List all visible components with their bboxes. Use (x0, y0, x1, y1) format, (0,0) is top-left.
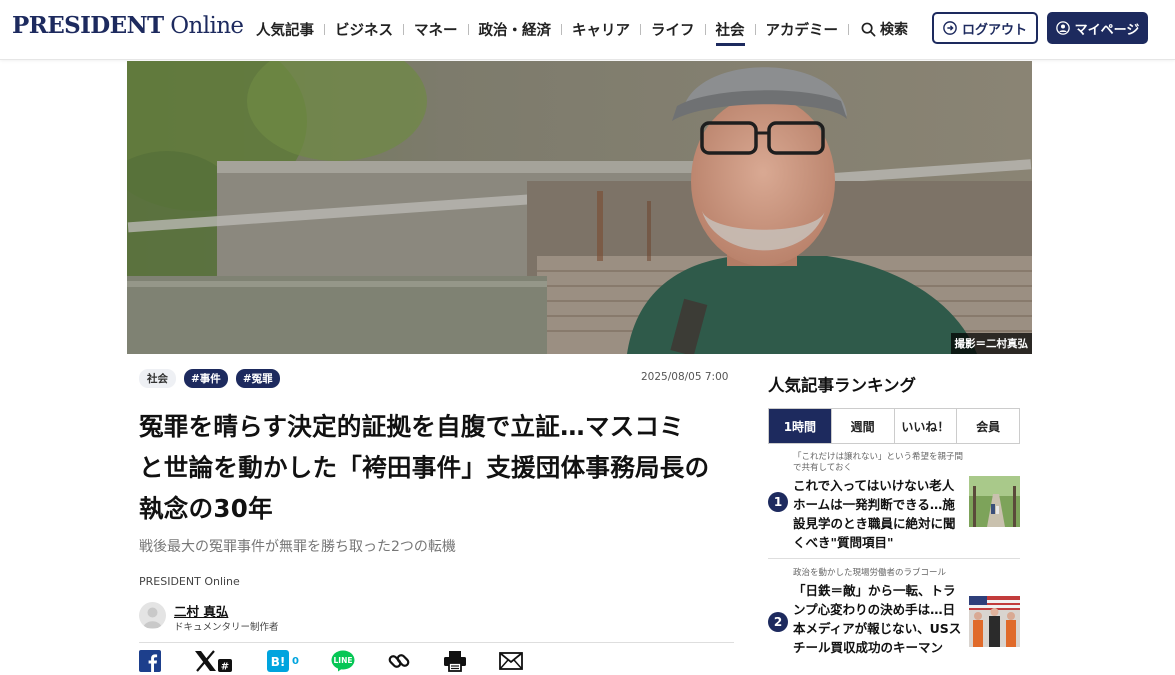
ranking-thumbnail-image (969, 596, 1020, 647)
ranking-thumbnail[interactable] (969, 596, 1020, 647)
nav-item-popular[interactable]: 人気記事 (256, 19, 314, 40)
ranking-kicker: 政治を動かした現場労働者のラブコール (793, 568, 947, 578)
share-divider (139, 642, 734, 643)
article-source: PRESIDENT Online (139, 575, 240, 588)
facebook-icon (139, 650, 161, 672)
article-subtitle: 戦後最大の冤罪事件が無罪を勝ち取った2つの転機 (139, 539, 456, 555)
ranking-headline[interactable]: 「日鉄＝敵」から一転、トランプ心変わりの決め手は…日本メディアが報じない、USス… (793, 581, 963, 657)
site-logo[interactable]: PRESIDENT Online (12, 12, 244, 39)
article-title-line: と世論を動かした「袴田事件」支援団体事務局長の (139, 453, 710, 482)
share-bar: # B! 0 LINE (139, 649, 555, 673)
print-icon (443, 651, 466, 672)
ranking-divider (768, 558, 1020, 559)
svg-text:B!: B! (271, 655, 286, 669)
share-hatena-button[interactable]: B! 0 (267, 650, 299, 672)
search-icon (861, 22, 876, 36)
article-title-line: 執念の30年 (139, 494, 273, 523)
mypage-button[interactable]: マイページ (1047, 12, 1148, 44)
nav-item-politics-economy[interactable]: 政治・経済 (479, 19, 552, 40)
hatena-icon: B! (267, 650, 289, 672)
nav-item-society[interactable]: 社会 (715, 19, 745, 46)
ranking-number: 2 (768, 612, 788, 632)
nav-separator (848, 23, 849, 35)
search-label: 検索 (880, 22, 908, 38)
nav-separator (403, 23, 404, 35)
publish-date: 2025/08/05 7:00 (641, 371, 729, 383)
share-line-button[interactable]: LINE (331, 650, 355, 672)
share-x-button[interactable]: # (193, 649, 235, 673)
ranking-tab-likes[interactable]: いいね！ (893, 409, 957, 443)
share-facebook-button[interactable] (139, 650, 161, 672)
nav-item-business[interactable]: ビジネス (335, 19, 393, 40)
nav-item-life[interactable]: ライフ (651, 19, 695, 40)
article-title: 冤罪を晴らす決定的証拠を自腹で立証…マスコミ と世論を動かした「袴田事件」支援団… (139, 406, 739, 529)
tag-category[interactable]: 社会 (139, 369, 176, 388)
mypage-label: マイページ (1074, 22, 1140, 38)
hero-photo: 撮影＝二村真弘 (127, 61, 1032, 354)
search-button[interactable]: 検索 (861, 19, 908, 39)
nav-item-academy[interactable]: アカデミー (766, 19, 839, 40)
main-nav: 人気記事 ビジネス マネー 政治・経済 キャリア ライフ 社会 アカデミー 検索 (256, 18, 908, 46)
nav-item-money[interactable]: マネー (414, 19, 458, 40)
user-icon (1055, 21, 1070, 35)
nav-separator (324, 23, 325, 35)
site-header: PRESIDENT Online 人気記事 ビジネス マネー 政治・経済 キャリ… (0, 0, 1175, 60)
nav-separator (640, 23, 641, 35)
ranking-number: 1 (768, 492, 788, 512)
nav-separator (704, 23, 706, 35)
x-icon: # (195, 650, 232, 673)
ranking-tabs: 1時間 週間 いいね！ 会員 (768, 408, 1020, 444)
author-name-link[interactable]: 二村 真弘 (174, 601, 228, 620)
copy-link-button[interactable] (387, 649, 411, 673)
article-tags: 社会 #事件 #冤罪 (139, 369, 280, 388)
link-icon (388, 654, 410, 668)
svg-text:LINE: LINE (333, 656, 352, 665)
nav-separator (561, 23, 562, 35)
ranking-tab-members[interactable]: 会員 (956, 409, 1019, 443)
nav-separator (754, 23, 756, 35)
photo-credit: 撮影＝二村真弘 (950, 333, 1032, 354)
logout-label: ログアウト (961, 22, 1027, 38)
logout-icon (943, 21, 957, 35)
tag-hashtag[interactable]: #冤罪 (235, 369, 280, 388)
hero-photo-illustration (127, 61, 1032, 354)
ranking-tab-weekly[interactable]: 週間 (830, 409, 894, 443)
print-button[interactable] (443, 650, 467, 672)
ranking-tab-hourly[interactable]: 1時間 (769, 409, 831, 443)
ranking-kicker: 「これだけは譲れない」という希望を親子間で共有しておく (793, 452, 964, 473)
tag-hashtag[interactable]: #事件 (184, 369, 228, 388)
article-title-line: 冤罪を晴らす決定的証拠を自腹で立証…マスコミ (139, 412, 685, 441)
mail-icon (499, 652, 523, 670)
author-role: ドキュメンタリー制作者 (174, 622, 279, 633)
nav-separator (467, 23, 469, 35)
share-mail-button[interactable] (499, 652, 523, 670)
avatar-placeholder-icon (143, 607, 162, 628)
svg-text:#: # (221, 662, 229, 673)
ranking-headline[interactable]: これで入ってはいけない老人ホームは一発判断できる…施設見学のとき職員に絶対に聞く… (793, 476, 963, 552)
ranking-title: 人気記事ランキング (768, 376, 917, 395)
ranking-thumbnail[interactable] (969, 476, 1020, 527)
logout-button[interactable]: ログアウト (932, 12, 1038, 44)
hatena-count: 0 (292, 655, 299, 667)
ranking-thumbnail-image (969, 476, 1020, 527)
nav-item-career[interactable]: キャリア (572, 19, 630, 40)
author-avatar[interactable] (139, 602, 166, 629)
line-icon: LINE (331, 650, 355, 672)
